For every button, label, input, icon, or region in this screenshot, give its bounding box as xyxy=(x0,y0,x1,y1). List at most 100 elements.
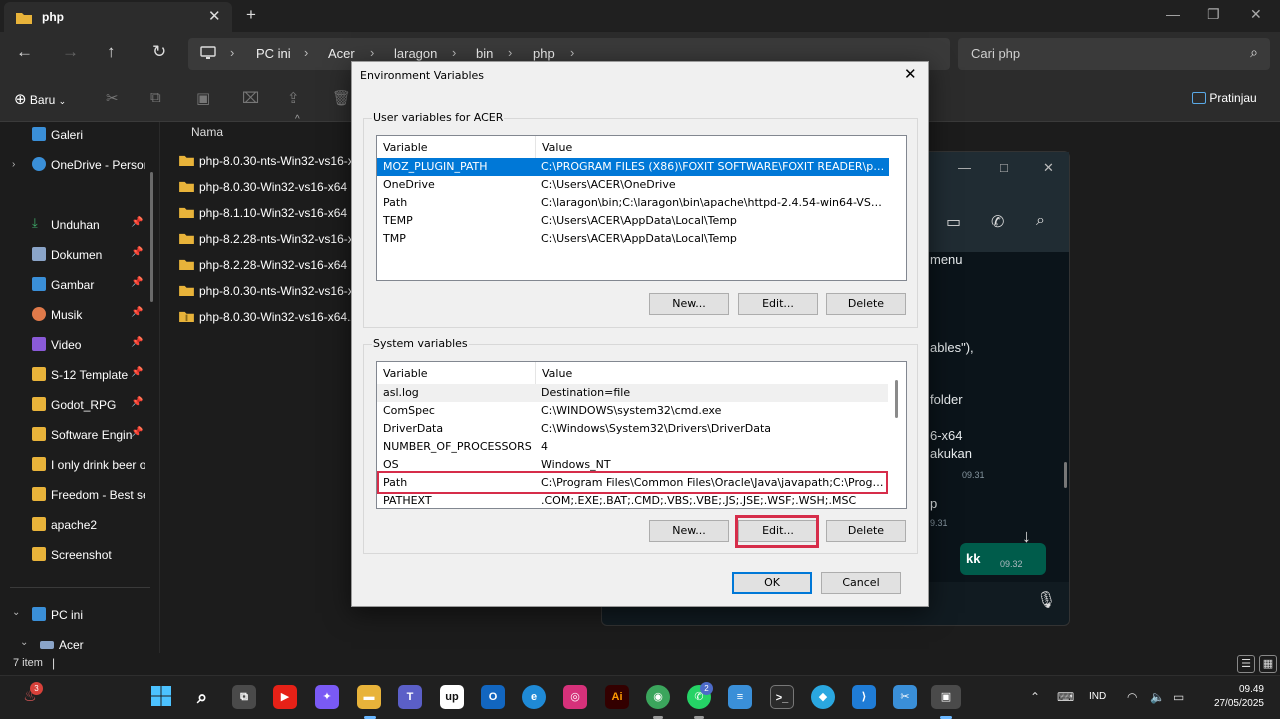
cancel-button[interactable]: Cancel xyxy=(821,572,901,594)
cut-icon[interactable]: ✂ xyxy=(106,89,119,107)
upwork-icon[interactable]: up xyxy=(440,685,464,709)
user-edit-button[interactable]: Edit... xyxy=(738,293,818,315)
table-row[interactable]: TMP C:\Users\ACER\AppData\Local\Temp xyxy=(377,230,889,248)
column-header-value[interactable]: Value xyxy=(535,362,890,384)
message-bubble[interactable]: kk 09.32 xyxy=(960,543,1046,575)
outlook-icon[interactable]: O xyxy=(481,685,505,709)
table-row[interactable]: TEMP C:\Users\ACER\AppData\Local\Temp xyxy=(377,212,889,230)
wifi-icon[interactable]: ◠ xyxy=(1127,690,1137,704)
microphone-icon[interactable]: 🎙 xyxy=(1036,590,1056,610)
windows-start-icon[interactable] xyxy=(149,685,173,709)
user-delete-button[interactable]: Delete xyxy=(826,293,906,315)
preview-button[interactable]: Pratinjau xyxy=(1192,91,1257,105)
sidebar-item-galeri[interactable]: Galeri xyxy=(0,122,150,148)
breadcrumb-acer[interactable]: Acer xyxy=(328,46,355,61)
share-icon[interactable]: ⇪ xyxy=(287,89,300,107)
minimize-icon[interactable]: — xyxy=(1166,6,1180,22)
language-indicator[interactable]: IND xyxy=(1089,691,1106,702)
tab-php[interactable]: php ✕ xyxy=(4,2,232,32)
close-tab-icon[interactable]: ✕ xyxy=(208,7,221,25)
pin-icon[interactable]: 📌 xyxy=(131,367,143,378)
notepad-icon[interactable]: ≡ xyxy=(728,685,752,709)
sidebar-item-gambar[interactable]: Gambar 📌 xyxy=(0,272,150,298)
close-icon[interactable]: ✕ xyxy=(904,65,917,83)
scroll-down-icon[interactable]: ↓ xyxy=(1022,526,1031,547)
details-view-icon[interactable]: ☰ xyxy=(1237,655,1255,673)
pin-icon[interactable]: 📌 xyxy=(131,217,143,228)
ok-button[interactable]: OK xyxy=(732,572,812,594)
video-call-icon[interactable]: ▭ xyxy=(946,212,961,232)
battery-icon[interactable]: ▭ xyxy=(1173,690,1184,704)
volume-icon[interactable]: 🔈 xyxy=(1150,690,1165,704)
sidebar-item-dokumen[interactable]: Dokumen 📌 xyxy=(0,242,150,268)
table-row[interactable]: MOZ_PLUGIN_PATH C:\PROGRAM FILES (X86)\FO… xyxy=(377,158,889,176)
table-row[interactable]: ComSpec C:\WINDOWS\system32\cmd.exe xyxy=(377,402,889,420)
breadcrumb-php[interactable]: php xyxy=(533,46,555,61)
table-row[interactable]: DriverData C:\Windows\System32\Drivers\Dr… xyxy=(377,420,889,438)
snipping-tool-icon[interactable]: ✂ xyxy=(893,685,917,709)
user-variables-list[interactable]: Variable Value MOZ_PLUGIN_PATH C:\PROGRAM… xyxy=(376,135,907,281)
sidebar-item-onedrive[interactable]: OneDrive - Personal xyxy=(0,152,150,178)
breadcrumb-pc[interactable]: PC ini xyxy=(256,46,291,61)
chrome-icon[interactable]: ◉ xyxy=(646,685,670,709)
task-view-icon[interactable]: ⧉ xyxy=(232,685,256,709)
column-header-variable[interactable]: Variable xyxy=(377,362,535,384)
chevron-up-icon[interactable]: ⌃ xyxy=(1030,690,1040,704)
illustrator-icon[interactable]: Ai xyxy=(605,685,629,709)
table-row[interactable]: PATHEXT .COM;.EXE;.BAT;.CMD;.VBS;.VBE;.JS… xyxy=(377,492,889,508)
table-row[interactable]: asl.log Destination=file xyxy=(377,384,889,402)
pin-icon[interactable]: 📌 xyxy=(131,337,143,348)
pin-icon[interactable]: 📌 xyxy=(131,307,143,318)
up-icon[interactable]: ↑ xyxy=(107,42,116,62)
system-new-button[interactable]: New... xyxy=(649,520,729,542)
back-icon[interactable]: ← xyxy=(16,42,33,62)
sidebar-item-software-engineering[interactable]: Software Engineering📌 xyxy=(0,422,150,448)
user-new-button[interactable]: New... xyxy=(649,293,729,315)
file-explorer-icon[interactable]: ▬ xyxy=(357,685,381,709)
pin-icon[interactable]: 📌 xyxy=(131,247,143,258)
sidebar-item-unduhan[interactable]: ⤓ Unduhan 📌 xyxy=(0,212,150,238)
search-icon[interactable]: ⌕ xyxy=(190,685,214,709)
tiles-view-icon[interactable]: ▦ xyxy=(1259,655,1277,673)
forward-icon[interactable]: → xyxy=(62,42,79,62)
paste-icon[interactable]: ▣ xyxy=(196,89,210,107)
breadcrumb-bin[interactable]: bin xyxy=(476,46,493,61)
teams-icon[interactable]: T xyxy=(398,685,422,709)
vscode-icon[interactable]: ⟩ xyxy=(852,685,876,709)
new-tab-icon[interactable]: + xyxy=(246,5,256,25)
laragon-icon[interactable]: ◆ xyxy=(811,685,835,709)
sidebar-item-pc-ini[interactable]: PC ini xyxy=(0,602,150,628)
pin-icon[interactable]: 📌 xyxy=(131,427,143,438)
scrollbar-thumb[interactable] xyxy=(895,380,898,418)
delete-icon[interactable]: 🗑 xyxy=(332,89,351,107)
sidebar-item-apache2[interactable]: apache2 xyxy=(0,512,150,538)
close-icon[interactable]: ✕ xyxy=(1043,160,1054,176)
table-row[interactable]: OneDrive C:\Users\ACER\OneDrive xyxy=(377,176,889,194)
sidebar-item-godot-rpg[interactable]: Godot_RPG 📌 xyxy=(0,392,150,418)
sidebar-item-s12-template[interactable]: S-12 Template 📌 xyxy=(0,362,150,388)
column-header-name[interactable]: Nama xyxy=(191,125,223,139)
sidebar-item-musik[interactable]: Musik 📌 xyxy=(0,302,150,328)
column-header-variable[interactable]: Variable xyxy=(377,136,535,158)
copy-icon[interactable]: ⧉ xyxy=(150,89,161,106)
search-icon[interactable]: ⌕ xyxy=(1036,212,1045,230)
breadcrumb-laragon[interactable]: laragon xyxy=(394,46,437,61)
sidebar-item-screenshot[interactable]: Screenshot xyxy=(0,542,150,568)
pin-icon[interactable]: 📌 xyxy=(131,277,143,288)
search-input[interactable]: Cari php ⌕ xyxy=(958,38,1270,70)
edge-icon[interactable]: e xyxy=(522,685,546,709)
pin-icon[interactable]: 📌 xyxy=(131,397,143,408)
youtube-icon[interactable]: ▶ xyxy=(273,685,297,709)
refresh-icon[interactable]: ↻ xyxy=(152,42,166,62)
keyboard-icon[interactable]: ⌨ xyxy=(1057,690,1074,704)
sidebar-item-beer[interactable]: I only drink beer on xyxy=(0,452,150,478)
instagram-icon[interactable]: ◎ xyxy=(563,685,587,709)
close-window-icon[interactable]: ✕ xyxy=(1250,6,1262,23)
clock[interactable]: 09.49 27/05/2025 xyxy=(1206,683,1264,711)
column-header-value[interactable]: Value xyxy=(535,136,906,158)
new-button[interactable]: ⊕ Baru ⌄ xyxy=(14,90,66,108)
sidebar-item-video[interactable]: Video 📌 xyxy=(0,332,150,358)
table-row[interactable]: Path C:\laragon\bin;C:\laragon\bin\apache… xyxy=(377,194,889,212)
sidebar-scrollbar[interactable] xyxy=(150,172,153,302)
system-variables-list[interactable]: Variable Value asl.log Destination=file C… xyxy=(376,361,907,509)
